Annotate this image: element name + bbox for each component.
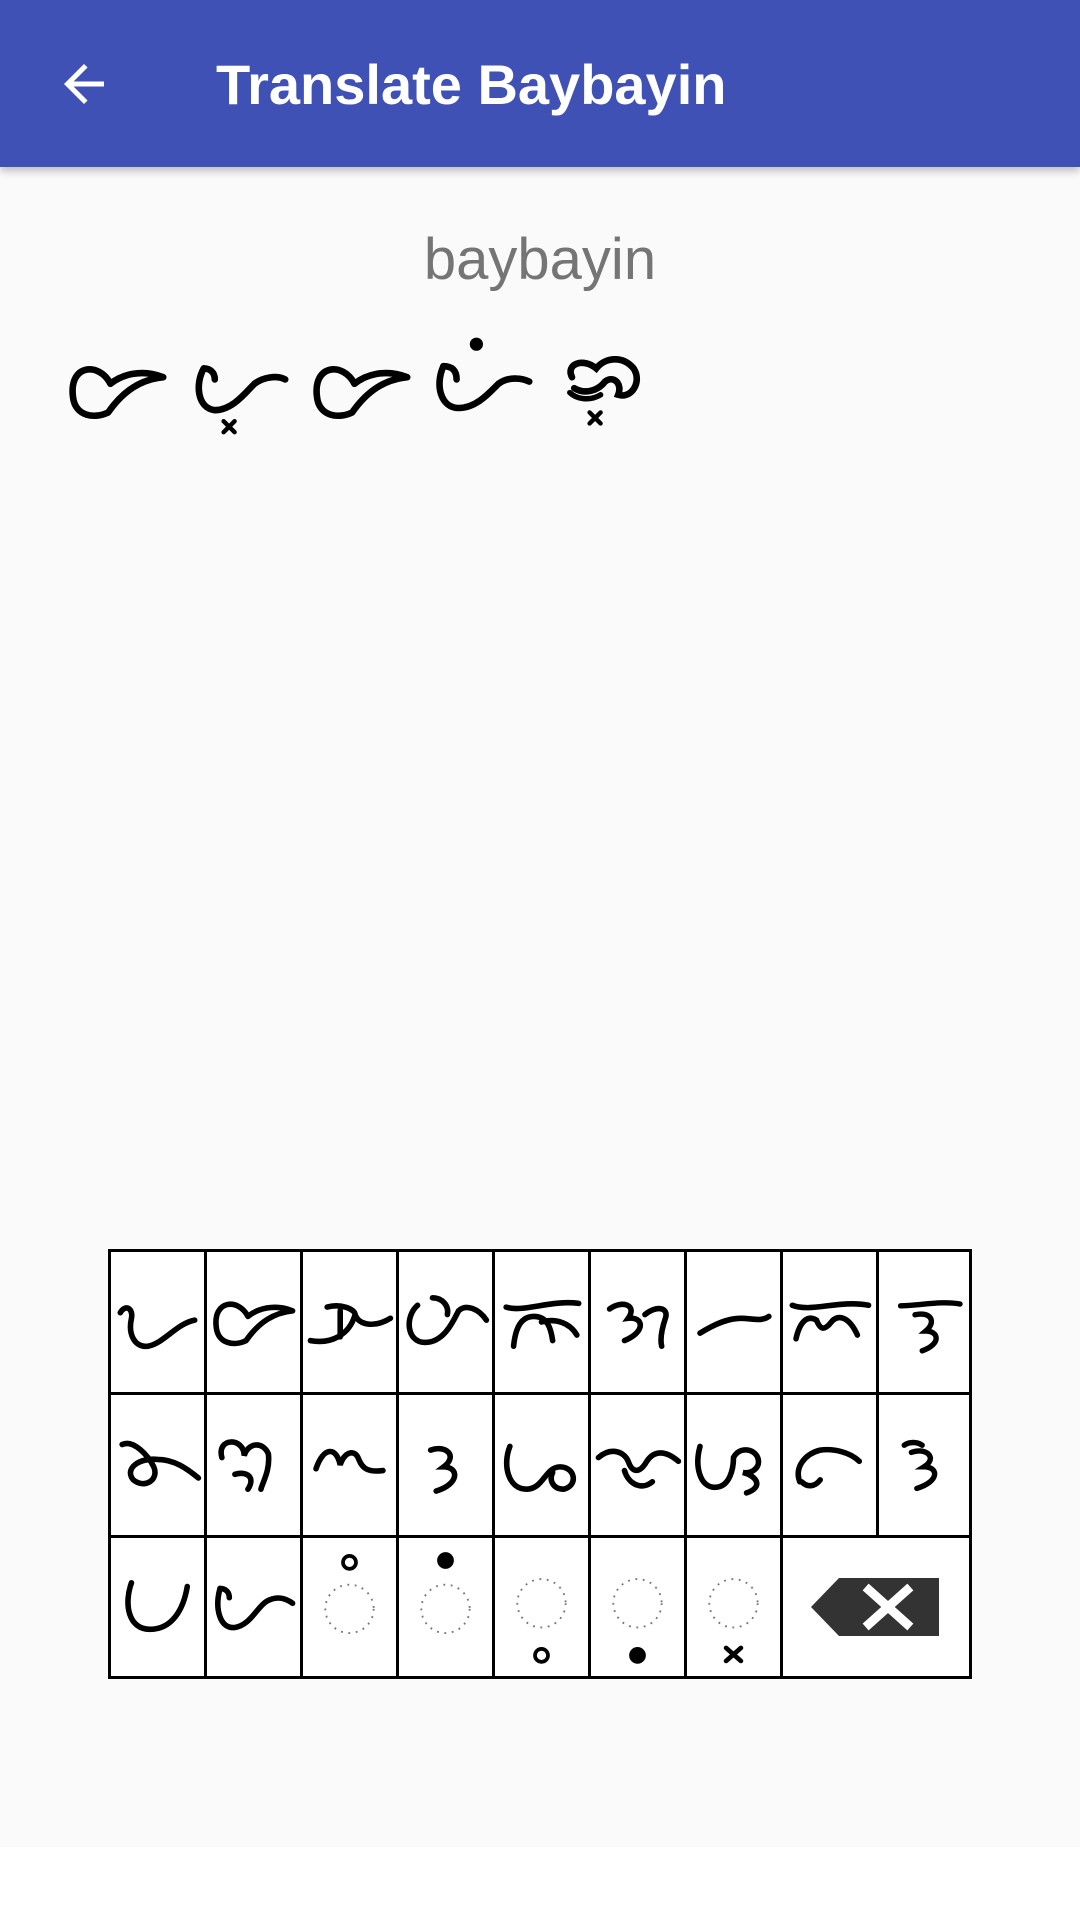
key-e-i[interactable] [783, 1395, 879, 1538]
key-ba[interactable] [207, 1252, 303, 1395]
key-nga[interactable] [111, 1395, 207, 1538]
key-a[interactable] [111, 1252, 207, 1395]
baybayin-output [62, 331, 672, 441]
baybayin-glyph-ba-2 [313, 366, 411, 419]
backspace-icon [811, 1578, 939, 1636]
app-bar: Translate Baybayin [0, 0, 1080, 167]
key-kudlit-dot-top[interactable] [399, 1538, 495, 1676]
baybayin-keyboard [108, 1249, 972, 1679]
key-ma[interactable] [783, 1252, 879, 1395]
baybayin-glyph-bay [195, 365, 289, 435]
arrow-back-icon [64, 64, 104, 104]
key-la[interactable] [687, 1252, 783, 1395]
key-o-u[interactable] [879, 1395, 969, 1538]
key-ka[interactable] [303, 1252, 399, 1395]
key-ta[interactable] [495, 1395, 591, 1538]
key-kudlit-dot-bottom[interactable] [591, 1538, 687, 1676]
back-button[interactable] [42, 42, 126, 126]
key-sa[interactable] [399, 1395, 495, 1538]
translate-content: baybayin [0, 167, 1080, 1847]
key-kudlit-o-circle-top[interactable] [303, 1538, 399, 1676]
latin-output-text: baybayin [423, 227, 657, 292]
key-ra[interactable] [303, 1395, 399, 1538]
key-wa[interactable] [591, 1395, 687, 1538]
key-o-u-alt[interactable] [111, 1538, 207, 1676]
key-pa[interactable] [207, 1395, 303, 1538]
key-ga[interactable] [495, 1252, 591, 1395]
key-da[interactable] [399, 1252, 495, 1395]
key-a-alt[interactable] [207, 1538, 303, 1676]
key-ya[interactable] [687, 1395, 783, 1538]
key-backspace[interactable] [783, 1538, 969, 1676]
baybayin-glyph-yi [436, 337, 533, 412]
key-kudlit-o-circle-bottom[interactable] [495, 1538, 591, 1676]
baybayin-glyph-nu [567, 356, 641, 426]
key-ha[interactable] [591, 1252, 687, 1395]
key-na[interactable] [879, 1252, 969, 1395]
key-virama-x-bottom[interactable] [687, 1538, 783, 1676]
page-title: Translate Baybayin [216, 53, 727, 116]
baybayin-glyph-ba [69, 366, 167, 419]
